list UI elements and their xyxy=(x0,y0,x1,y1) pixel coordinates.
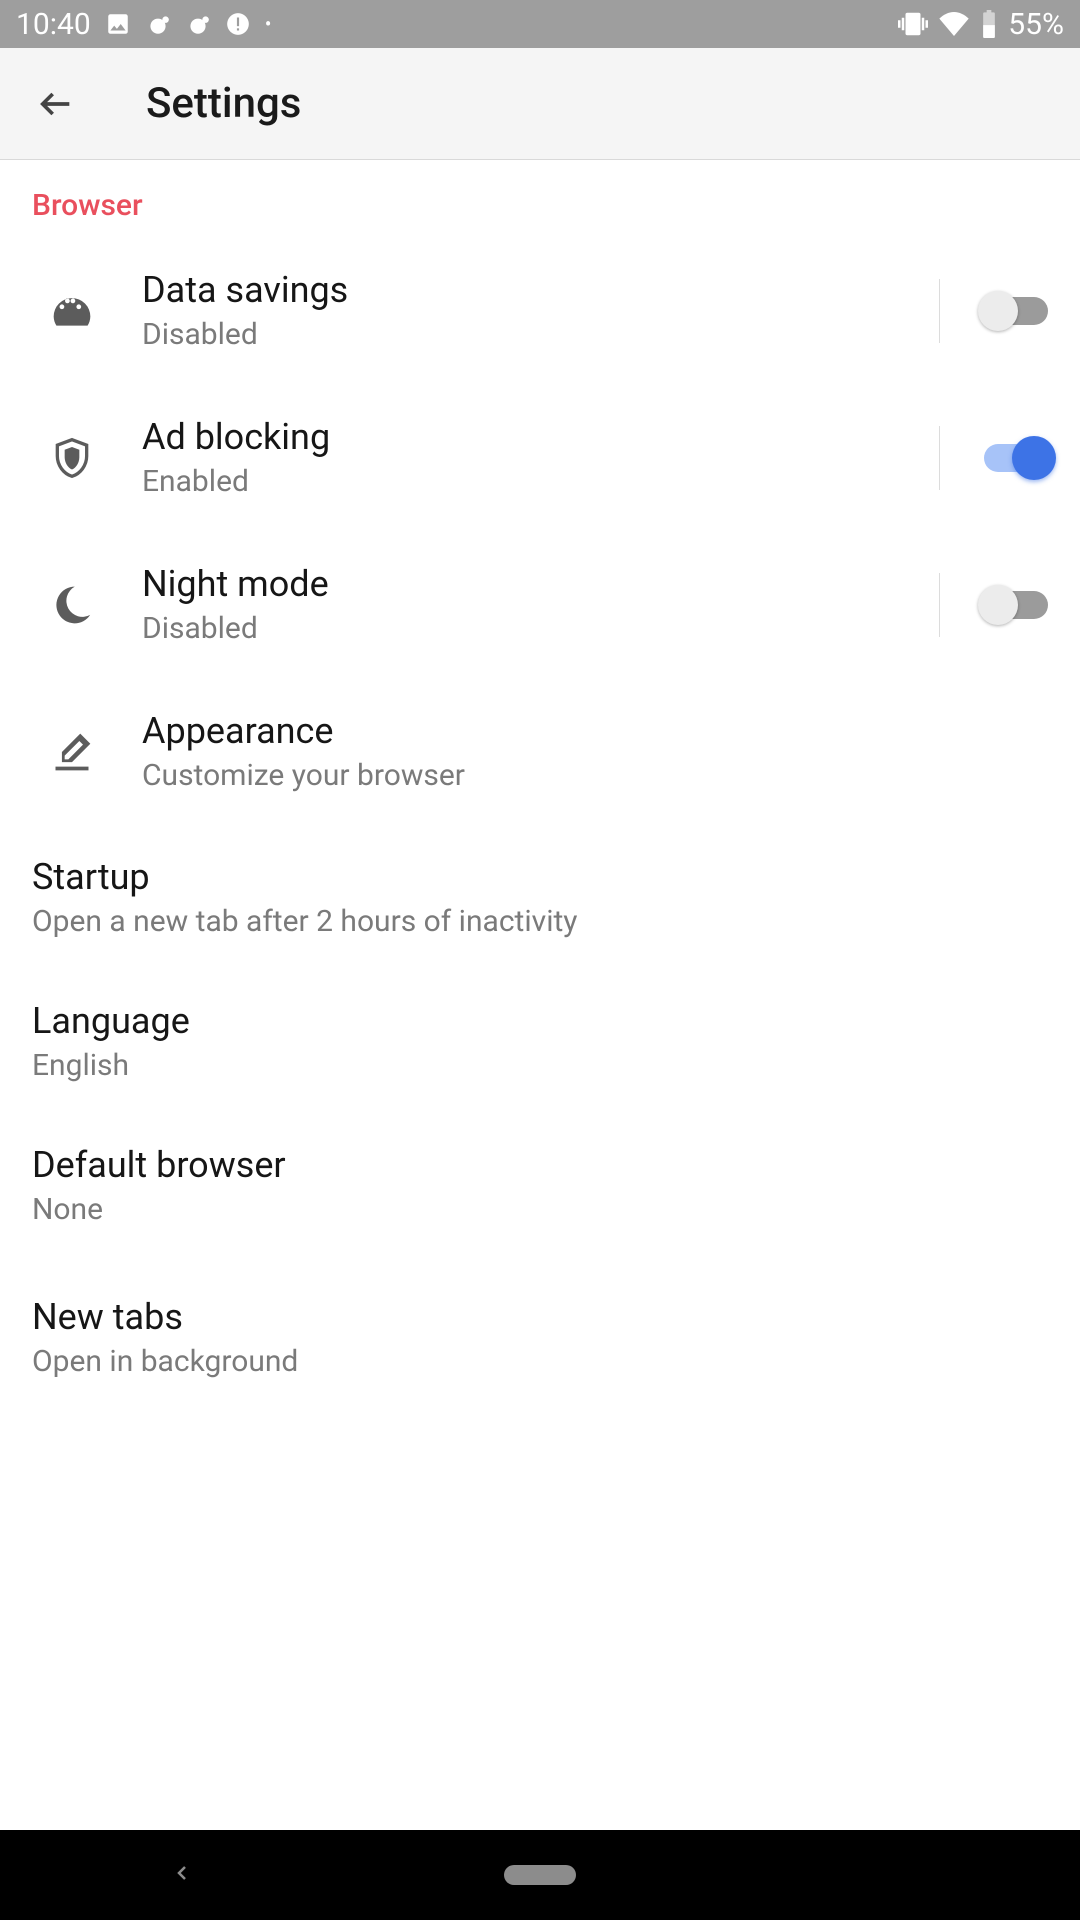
row-subtitle: Open in background xyxy=(32,1344,1048,1379)
row-ad-blocking[interactable]: Ad blocking Enabled xyxy=(0,384,1080,531)
row-subtitle: Open a new tab after 2 hours of inactivi… xyxy=(32,904,1048,939)
paint-icon xyxy=(32,730,142,774)
row-subtitle: Enabled xyxy=(142,464,939,499)
status-time: 10:40 xyxy=(16,7,91,42)
reddit-icon xyxy=(145,11,171,37)
page-title: Settings xyxy=(146,79,301,128)
row-title: New tabs xyxy=(32,1296,1048,1338)
row-title: Ad blocking xyxy=(142,416,939,458)
moon-icon xyxy=(32,583,142,627)
row-language[interactable]: Language English xyxy=(0,969,1080,1113)
row-title: Language xyxy=(32,1000,1048,1042)
row-appearance[interactable]: Appearance Customize your browser xyxy=(0,678,1080,825)
toggle-ad-blocking[interactable] xyxy=(984,444,1048,472)
image-icon xyxy=(105,11,131,37)
status-bar: 10:40 • 55% xyxy=(0,0,1080,48)
row-subtitle: Disabled xyxy=(142,317,939,352)
vibrate-icon xyxy=(898,9,928,39)
row-new-tabs[interactable]: New tabs Open in background xyxy=(0,1257,1080,1401)
wifi-icon xyxy=(938,8,970,40)
app-bar: Settings xyxy=(0,48,1080,160)
shield-icon xyxy=(32,436,142,480)
row-title: Data savings xyxy=(142,269,939,311)
row-title: Appearance xyxy=(142,710,1048,752)
reddit-icon xyxy=(185,11,211,37)
navigation-bar xyxy=(0,1830,1080,1920)
row-subtitle: None xyxy=(32,1192,1048,1227)
row-subtitle: English xyxy=(32,1048,1048,1083)
gauge-icon xyxy=(32,289,142,333)
row-title: Night mode xyxy=(142,563,939,605)
divider xyxy=(939,573,940,637)
divider xyxy=(939,426,940,490)
row-title: Startup xyxy=(32,856,1048,898)
nav-back-button[interactable] xyxy=(170,1861,194,1889)
row-startup[interactable]: Startup Open a new tab after 2 hours of … xyxy=(0,825,1080,969)
divider xyxy=(939,279,940,343)
row-subtitle: Customize your browser xyxy=(142,758,1048,793)
section-header-browser: Browser xyxy=(0,160,1080,237)
row-data-savings[interactable]: Data savings Disabled xyxy=(0,237,1080,384)
settings-content: Browser Data savings Disabled Ad blockin… xyxy=(0,160,1080,1401)
toggle-night-mode[interactable] xyxy=(984,591,1048,619)
row-subtitle: Disabled xyxy=(142,611,939,646)
nav-home-pill[interactable] xyxy=(504,1865,576,1885)
battery-icon xyxy=(980,10,998,38)
status-battery: 55% xyxy=(1008,7,1064,42)
row-night-mode[interactable]: Night mode Disabled xyxy=(0,531,1080,678)
dot-icon: • xyxy=(265,12,272,36)
toggle-data-savings[interactable] xyxy=(984,297,1048,325)
row-title: Default browser xyxy=(32,1144,1048,1186)
alert-icon xyxy=(225,11,251,37)
row-default-browser[interactable]: Default browser None xyxy=(0,1113,1080,1257)
back-button[interactable] xyxy=(28,76,84,132)
